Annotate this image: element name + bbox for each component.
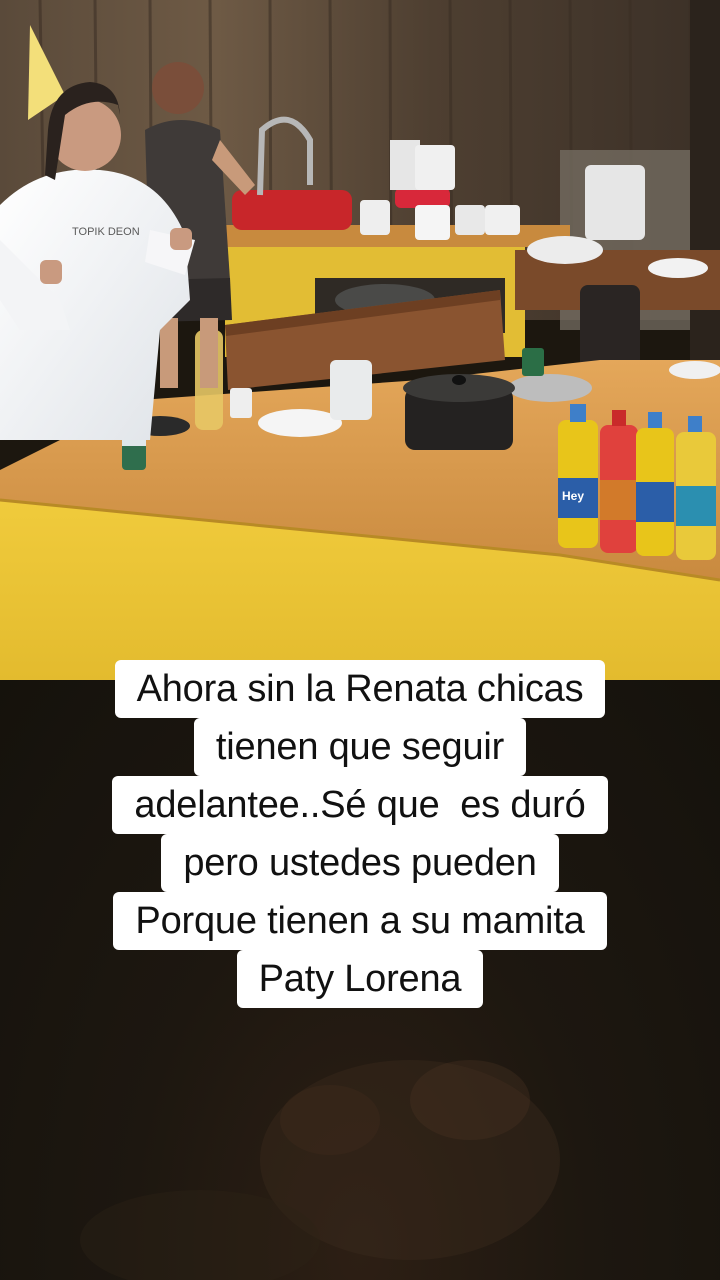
caption-line: pero ustedes pueden: [161, 834, 559, 892]
caption-block: Ahora sin la Renata chicas tienen que se…: [0, 660, 720, 1008]
caption-line: Porque tienen a su mamita: [113, 892, 607, 950]
bottle-label: Hey: [562, 489, 584, 503]
caption-line: Paty Lorena: [236, 950, 484, 1008]
jar: [330, 360, 372, 420]
hoodie-print: TOPIK DEON: [72, 226, 140, 238]
kitchen-photo: Hey TOPIK DEON: [0, 0, 720, 680]
caption-line: tienen que seguir: [193, 718, 527, 776]
caption-line: Ahora sin la Renata chicas: [114, 660, 606, 718]
caption-line: adelantee..Sé que es duró: [112, 776, 608, 834]
